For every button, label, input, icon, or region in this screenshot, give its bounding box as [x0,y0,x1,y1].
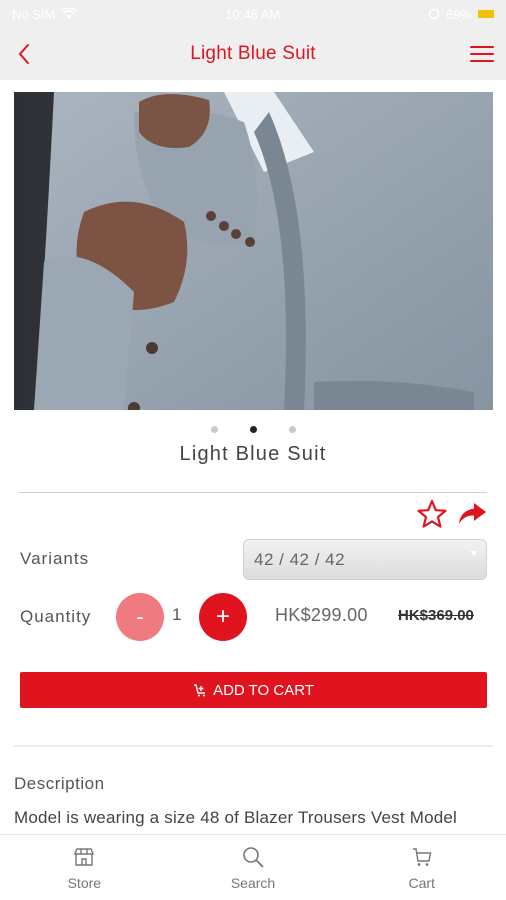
share-icon [459,503,486,524]
wifi-icon [61,8,78,19]
add-to-cart-label: ADD TO CART [213,681,314,699]
tab-cart[interactable]: Cart [337,835,506,900]
page-title: Light Blue Suit [190,43,316,64]
dropdown-arrow-icon [470,551,478,556]
carousel-dot-active[interactable] [249,426,257,433]
status-bar: No SIM 10:48 AM 69% [0,0,506,28]
store-icon [74,848,95,866]
description-text: Model is wearing a size 48 of Blazer Tro… [14,808,458,827]
carousel-dot[interactable] [288,426,296,433]
tab-search[interactable]: Search [169,835,338,900]
quantity-increase-button[interactable]: + [199,593,247,641]
menu-button[interactable] [470,37,494,71]
tab-store[interactable]: Store [0,835,169,900]
sale-price: HK$299.00 [275,605,368,625]
search-icon [243,847,264,868]
status-time: 10:48 AM [225,6,281,22]
battery-percent: 69% [445,6,472,22]
variants-label: Variants [20,549,90,568]
quantity-value: 1 [172,605,182,624]
cart-plus-icon [194,684,206,697]
star-icon [417,499,447,528]
description-heading: Description [14,774,105,793]
battery-icon [478,10,494,18]
variant-value: 42 / 42 / 42 [254,549,346,569]
divider [19,492,487,493]
add-to-cart-button[interactable]: ADD TO CART [20,672,487,708]
tab-store-label: Store [67,875,102,891]
tab-search-label: Search [230,875,276,891]
suit-photo [14,92,493,410]
product-image[interactable] [14,92,493,410]
nav-bar: Light Blue Suit [0,28,506,80]
cart-icon [412,848,432,866]
hamburger-icon [470,46,494,48]
back-button[interactable] [10,36,38,72]
quantity-label: Quantity [20,607,92,626]
tab-cart-label: Cart [408,875,435,891]
favorite-button[interactable] [416,499,448,529]
quantity-decrease-button[interactable]: - [116,593,164,641]
carrier-text: No SIM [12,6,56,22]
carousel-dot[interactable] [210,426,218,433]
original-price: HK$369.00 [398,607,474,624]
chevron-left-icon [18,44,29,64]
product-title: Light Blue Suit [179,443,327,465]
variant-select[interactable]: 42 / 42 / 42 [243,539,487,580]
divider [14,745,493,747]
carousel-indicator[interactable] [0,426,506,433]
tab-bar: Store Search Cart [0,834,506,900]
share-button[interactable] [456,500,488,528]
orientation-lock-icon [428,8,440,20]
